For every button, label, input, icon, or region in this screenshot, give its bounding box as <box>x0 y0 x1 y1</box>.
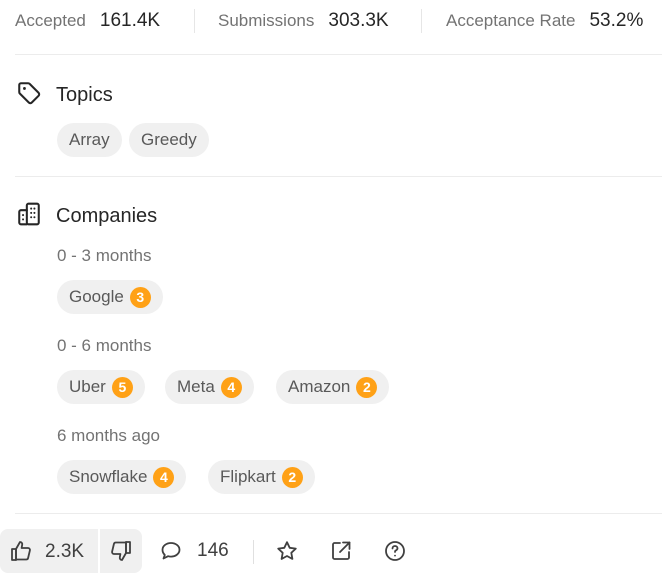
section-title: Topics <box>56 84 113 106</box>
count-badge: 5 <box>111 376 133 398</box>
chip-label: Google <box>69 287 124 306</box>
chip-label: Array <box>69 130 110 149</box>
divider <box>421 9 422 33</box>
company-chip-google[interactable]: Google 3 <box>57 280 163 314</box>
stat-label: Acceptance Rate <box>446 11 576 30</box>
topic-chip[interactable]: Array <box>57 123 122 157</box>
building-icon <box>16 201 42 232</box>
divider <box>253 540 254 564</box>
like-count: 2.3K <box>45 541 85 562</box>
period-label: 0 - 6 months <box>57 336 152 355</box>
company-chip-meta[interactable]: Meta 4 <box>165 370 254 404</box>
stat-value: 303.3K <box>328 10 389 31</box>
section-title: Companies <box>56 205 158 227</box>
thumbs-up-icon <box>11 541 31 561</box>
count-badge: 4 <box>153 466 175 488</box>
help-button[interactable] <box>383 539 407 563</box>
chip-label: Greedy <box>141 130 197 149</box>
company-chip-snowflake[interactable]: Snowflake 4 <box>57 460 187 494</box>
count-badge: 2 <box>281 466 303 488</box>
like-button[interactable]: 2.3K <box>0 529 98 573</box>
divider <box>15 513 662 514</box>
action-bar: 2.3K 146 <box>0 527 662 576</box>
help-circle-icon <box>385 541 405 561</box>
star-icon <box>277 541 297 560</box>
company-chip-amazon[interactable]: Amazon 2 <box>276 370 390 404</box>
count-badge: 4 <box>220 376 242 398</box>
chip-label: Amazon <box>288 377 351 396</box>
share-button[interactable] <box>329 539 353 563</box>
external-link-icon <box>332 541 351 560</box>
divider <box>15 176 662 177</box>
chip-label: Flipkart <box>220 467 276 486</box>
stat-accepted: Accepted 161.4K <box>15 10 160 32</box>
chip-label: Meta <box>177 377 215 396</box>
period-label: 0 - 3 months <box>57 246 152 265</box>
company-chip-uber[interactable]: Uber 5 <box>57 370 145 404</box>
stat-submissions: Submissions 303.3K <box>218 10 389 32</box>
tag-icon <box>16 80 42 111</box>
stat-value: 53.2% <box>589 10 644 31</box>
stats-bar: Accepted 161.4K Submissions 303.3K Accep… <box>0 0 662 44</box>
thumbs-down-icon <box>111 541 131 561</box>
stat-label: Accepted <box>15 11 86 30</box>
period-label: 6 months ago <box>57 426 161 445</box>
stat-label: Submissions <box>218 11 315 30</box>
count-badge: 2 <box>356 376 378 398</box>
companies-header[interactable]: Companies <box>16 201 157 232</box>
favorite-button[interactable] <box>275 539 299 563</box>
stat-acceptance-rate: Acceptance Rate 53.2% <box>446 10 643 32</box>
count-badge: 3 <box>129 286 151 308</box>
divider <box>15 54 662 55</box>
stat-value: 161.4K <box>99 10 161 31</box>
divider <box>194 9 195 33</box>
comments-button[interactable]: 146 <box>159 538 229 564</box>
vote-group: 2.3K <box>0 529 142 573</box>
topics-header[interactable]: Topics <box>16 80 113 111</box>
comment-count: 146 <box>197 540 229 561</box>
dislike-button[interactable] <box>100 529 142 573</box>
chip-label: Snowflake <box>69 467 148 486</box>
topic-chip[interactable]: Greedy <box>129 123 209 157</box>
chip-label: Uber <box>69 377 106 396</box>
company-chip-flipkart[interactable]: Flipkart 2 <box>208 460 315 494</box>
comment-icon <box>161 542 181 560</box>
